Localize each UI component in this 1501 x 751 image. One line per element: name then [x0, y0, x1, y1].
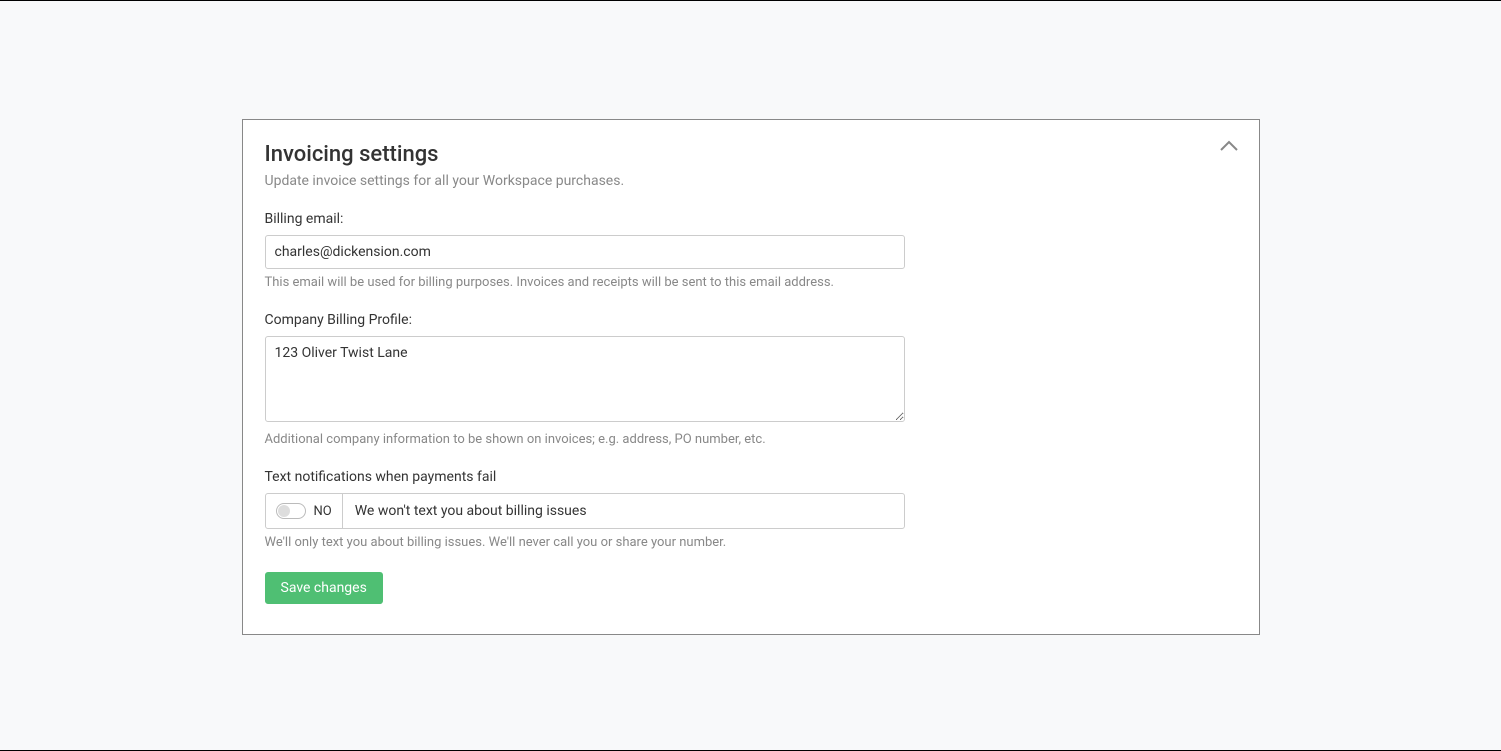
chevron-up-icon — [1217, 134, 1241, 158]
billing-profile-textarea[interactable] — [265, 336, 905, 422]
billing-email-field: Billing email: This email will be used f… — [265, 211, 1237, 290]
toggle-knob — [278, 505, 290, 517]
save-changes-button[interactable]: Save changes — [265, 572, 383, 604]
billing-profile-help: Additional company information to be sho… — [265, 432, 1237, 447]
text-notifications-label: Text notifications when payments fail — [265, 469, 1237, 485]
billing-profile-field: Company Billing Profile: Additional comp… — [265, 312, 1237, 447]
toggle-description: We won't text you about billing issues — [343, 494, 599, 528]
billing-email-label: Billing email: — [265, 211, 1237, 227]
text-notifications-field: Text notifications when payments fail NO… — [265, 469, 1237, 550]
billing-email-input[interactable] — [265, 235, 905, 269]
text-notifications-toggle[interactable] — [276, 503, 306, 519]
billing-profile-label: Company Billing Profile: — [265, 312, 1237, 328]
toggle-cell: NO — [266, 494, 343, 528]
invoicing-settings-panel: Invoicing settings Update invoice settin… — [242, 119, 1260, 635]
text-notifications-row: NO We won't text you about billing issue… — [265, 493, 905, 529]
toggle-state-text: NO — [314, 504, 332, 519]
panel-subtitle: Update invoice settings for all your Wor… — [265, 173, 1237, 189]
panel-title: Invoicing settings — [265, 142, 1237, 167]
text-notifications-help: We'll only text you about billing issues… — [265, 535, 1237, 550]
collapse-toggle[interactable] — [1217, 134, 1241, 158]
billing-email-help: This email will be used for billing purp… — [265, 275, 1237, 290]
